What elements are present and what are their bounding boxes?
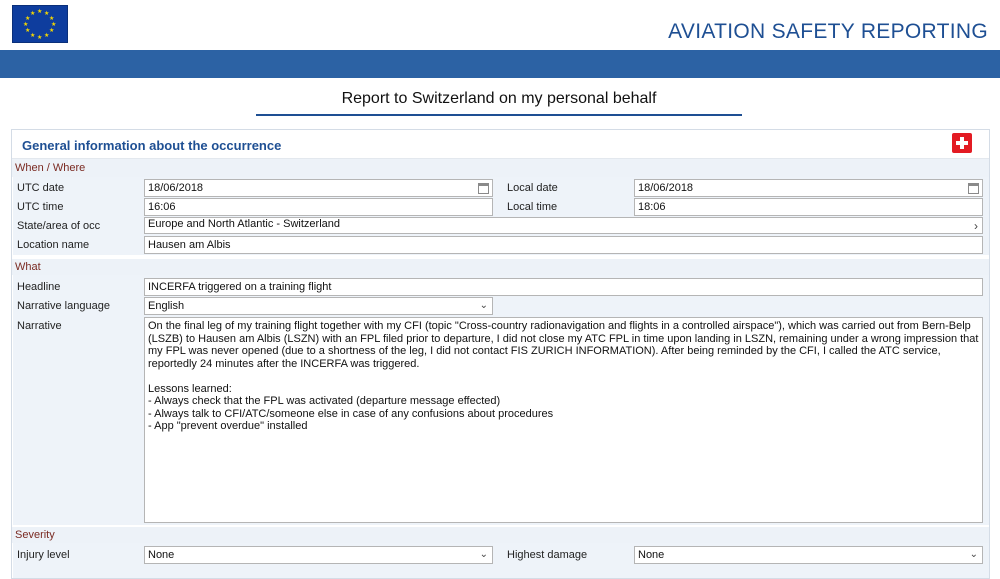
highest-damage-value: None [638,549,665,561]
utc-date-value: 18/06/2018 [148,182,204,194]
utc-time-label: UTC time [17,201,64,213]
local-date-field[interactable]: 18/06/2018 [634,179,983,197]
state-value: Europe and North Atlantic - Switzerland [148,218,340,230]
header: ★ ★ ★ ★ ★ ★ ★ ★ ★ ★ ★ ★ AVIATION SAFETY … [0,0,1000,50]
state-label: State/area of occ [17,220,101,232]
narrative-label: Narrative [17,320,62,332]
narrative-language-select[interactable]: English ⌄ [144,297,493,315]
swiss-flag-icon[interactable] [952,133,972,153]
calendar-icon[interactable] [478,183,489,194]
utc-date-field[interactable]: 18/06/2018 [144,179,493,197]
highest-damage-label: Highest damage [507,549,588,561]
utc-date-label: UTC date [17,182,65,194]
highest-damage-select[interactable]: None ⌄ [634,546,983,564]
panel-title: General information about the occurrence [22,138,282,153]
narrative-language-label: Narrative language [17,300,110,312]
headline-value: INCERFA triggered on a training flight [148,281,332,293]
page-title: Report to Switzerland on my personal beh… [256,90,742,116]
state-selector[interactable]: Europe and North Atlantic - Switzerland … [144,217,983,234]
narrative-language-value: English [148,300,185,312]
calendar-icon[interactable] [968,183,979,194]
section-what: What [12,259,989,275]
eu-flag-icon: ★ ★ ★ ★ ★ ★ ★ ★ ★ ★ ★ ★ [12,5,68,43]
panel-header: General information about the occurrence [12,130,989,159]
chevron-right-icon[interactable]: › [974,218,978,234]
location-value: Hausen am Albis [148,239,231,251]
injury-level-label: Injury level [17,549,70,561]
narrative-textarea[interactable]: On the final leg of my training flight t… [144,317,983,523]
local-date-value: 18/06/2018 [638,182,694,194]
local-time-label: Local time [507,201,558,213]
utc-time-value: 16:06 [148,201,176,213]
local-date-label: Local date [507,182,558,194]
section-label-what: What [15,261,41,273]
local-time-field[interactable]: 18:06 [634,198,983,216]
headline-label: Headline [17,281,61,293]
top-nav-band [0,50,1000,78]
section-when-where: When / Where [12,159,989,177]
general-info-panel: General information about the occurrence… [11,129,990,579]
chevron-down-icon[interactable]: ⌄ [970,547,978,563]
chevron-down-icon[interactable]: ⌄ [480,547,488,563]
chevron-down-icon[interactable]: ⌄ [480,298,488,314]
location-label: Location name [17,239,90,251]
injury-level-value: None [148,549,175,561]
section-severity: Severity [12,527,989,543]
app-title: AVIATION SAFETY REPORTING [668,20,988,43]
headline-field[interactable]: INCERFA triggered on a training flight [144,278,983,296]
location-field[interactable]: Hausen am Albis [144,236,983,254]
section-label-severity: Severity [15,529,55,541]
section-label-when-where: When / Where [15,162,86,174]
local-time-value: 18:06 [638,201,666,213]
utc-time-field[interactable]: 16:06 [144,198,493,216]
injury-level-select[interactable]: None ⌄ [144,546,493,564]
